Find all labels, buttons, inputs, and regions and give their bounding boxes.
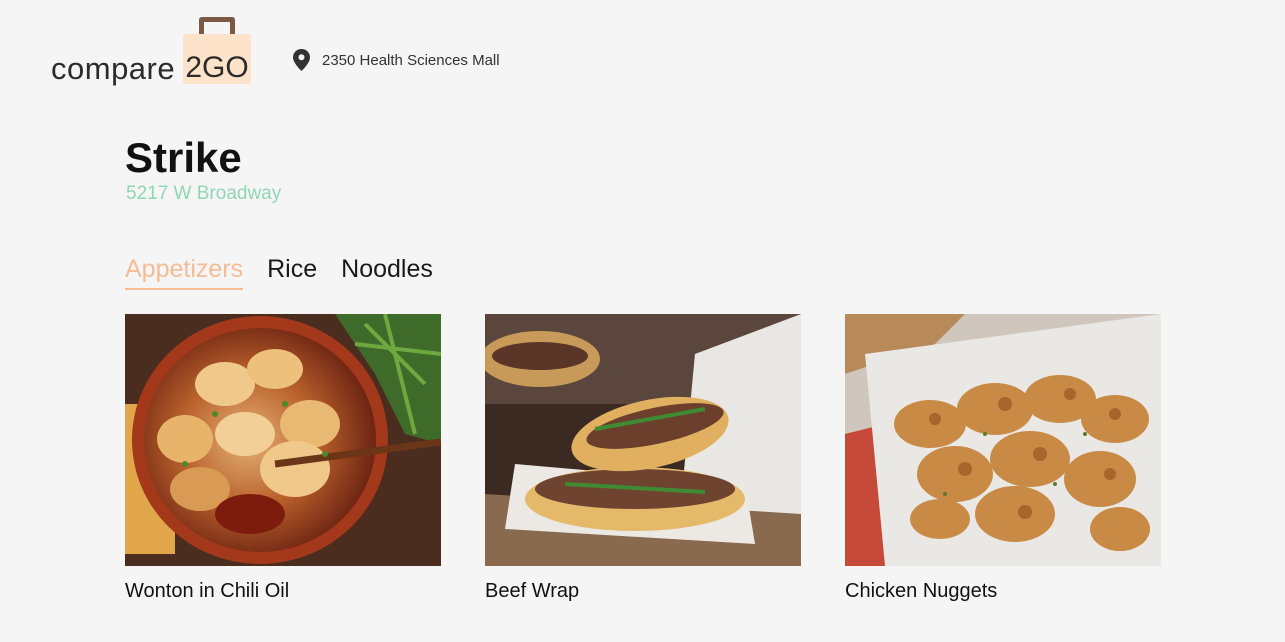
beef-wrap-photo[interactable] <box>485 314 801 566</box>
menu-item-title[interactable]: Wonton in Chili Oil <box>125 580 441 602</box>
location-text: 2350 Health Sciences Mall <box>322 51 500 69</box>
restaurant-address[interactable]: 5217 W Broadway <box>126 184 281 203</box>
tab-appetizers[interactable]: Appetizers <box>125 257 244 290</box>
menu-item-card[interactable]: Chicken Nuggets <box>845 314 1161 602</box>
page: compare 2GO 2350 Health Sciences Mall St… <box>0 0 1285 642</box>
menu-category-tabs: Appetizers Rice Noodles <box>125 257 433 290</box>
menu-item-title[interactable]: Beef Wrap <box>485 580 801 602</box>
tab-rice[interactable]: Rice <box>267 257 317 290</box>
menu-item-card[interactable]: Wonton in Chili Oil <box>125 314 441 602</box>
logo-badge: 2GO <box>185 51 249 84</box>
delivery-location[interactable]: 2350 Health Sciences Mall <box>293 49 500 71</box>
menu-item-card[interactable]: Beef Wrap <box>485 314 801 602</box>
menu-item-title[interactable]: Chicken Nuggets <box>845 580 1161 602</box>
restaurant-name: Strike <box>125 134 242 181</box>
tab-noodles[interactable]: Noodles <box>341 257 433 290</box>
logo-wordmark: compare <box>51 51 176 86</box>
chicken-nuggets-photo[interactable] <box>845 314 1161 566</box>
wonton-photo[interactable] <box>125 314 441 566</box>
map-pin-icon <box>293 49 310 71</box>
menu-items: Wonton in Chili Oil Beef Wrap Chicken Nu… <box>125 314 1161 602</box>
logo[interactable]: compare 2GO <box>51 16 256 86</box>
